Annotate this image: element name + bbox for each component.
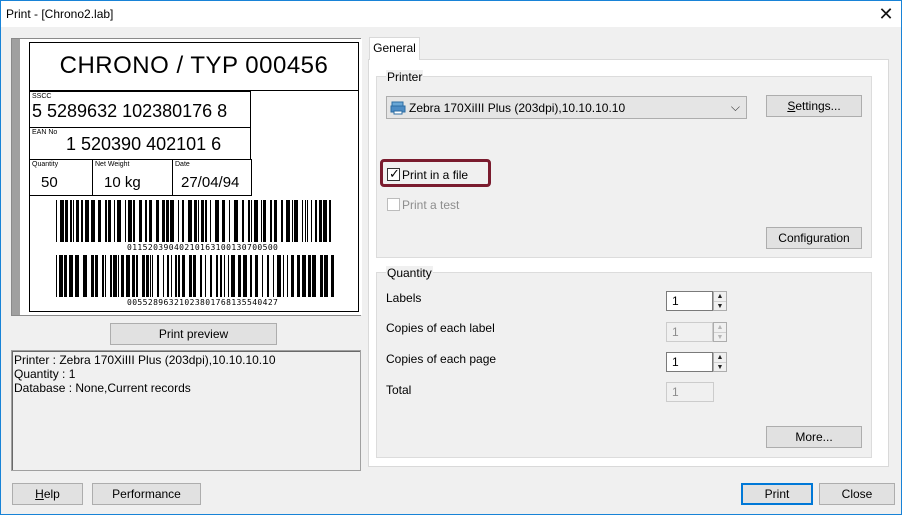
label-header: CHRONO / TYP 000456 <box>30 43 358 91</box>
print-test-label[interactable]: Print a test <box>402 198 459 212</box>
date-cell: Date 27/04/94 <box>172 159 252 196</box>
close-button[interactable]: Close <box>819 483 895 505</box>
ean-cell: EAN No 1 520390 402101 6 <box>29 127 251 160</box>
window-title: Print - [Chrono2.lab] <box>6 7 114 21</box>
weight-cell: Net Weight 10 kg <box>92 159 173 196</box>
printer-icon <box>390 101 406 115</box>
up-arrow-icon[interactable]: ▲ <box>714 323 726 332</box>
help-button[interactable]: Help <box>12 483 83 505</box>
total-value: 1 <box>666 382 714 402</box>
barcode-bar <box>331 200 334 242</box>
summary-database: Database : None,Current records <box>14 381 191 395</box>
weight-caption: Net Weight <box>95 161 130 168</box>
copies-page-input[interactable]: 1 <box>666 352 713 372</box>
quantity-value: 50 <box>41 174 58 191</box>
date-caption: Date <box>175 161 190 168</box>
printer-select[interactable]: Zebra 170XiIII Plus (203dpi),10.10.10.10… <box>386 96 747 119</box>
sscc-value: 5 5289632 102380176 8 <box>32 101 228 121</box>
up-arrow-icon[interactable]: ▲ <box>714 292 726 301</box>
printer-group-title: Printer <box>386 70 424 84</box>
quantity-group-title: Quantity <box>386 266 433 280</box>
more-button[interactable]: More... <box>766 426 862 448</box>
performance-button[interactable]: Performance <box>92 483 201 505</box>
labels-input[interactable]: 1 <box>666 291 713 311</box>
print-test-checkbox[interactable] <box>387 198 400 211</box>
copies-label-input[interactable]: 1 <box>666 322 713 342</box>
chevron-down-icon: ⌵ <box>730 100 740 114</box>
barcode-2-text: 00552896321023801768135540427 <box>127 298 279 307</box>
quantity-caption: Quantity <box>32 161 59 168</box>
quantity-cell: Quantity 50 <box>29 159 93 196</box>
print-summary: Printer : Zebra 170XiIII Plus (203dpi),1… <box>11 350 361 471</box>
copies-label-spinner[interactable]: 1 ▲ ▼ <box>666 322 727 342</box>
down-arrow-icon[interactable]: ▼ <box>714 362 726 371</box>
print-in-file-label[interactable]: Print in a file <box>402 168 468 182</box>
print-preview-button[interactable]: Print preview <box>110 323 277 345</box>
weight-value: 10 kg <box>104 174 141 191</box>
copies-label-stepper[interactable]: ▲ ▼ <box>713 322 727 342</box>
labels-label: Labels <box>386 291 422 305</box>
print-in-file-checkbox[interactable]: ✓ <box>387 166 400 181</box>
up-arrow-icon[interactable]: ▲ <box>714 353 726 362</box>
date-value: 27/04/94 <box>181 174 240 191</box>
print-button[interactable]: Print <box>741 483 813 505</box>
barcode-1 <box>56 200 334 242</box>
barcode-1-text: 01152039040210163100130700500 <box>127 243 279 252</box>
copies-page-spinner[interactable]: 1 ▲ ▼ <box>666 352 727 372</box>
sscc-cell: SSCC 5 5289632 102380176 8 <box>29 91 251 128</box>
ean-value: 1 520390 402101 6 <box>66 134 222 154</box>
title-bar: Print - [Chrono2.lab] ✕ <box>1 1 901 27</box>
copies-page-label: Copies of each page <box>386 352 497 366</box>
down-arrow-icon[interactable]: ▼ <box>714 332 726 341</box>
label-preview: CHRONO / TYP 000456 SSCC 5 5289632 10238… <box>11 38 362 316</box>
printer-select-value: Zebra 170XiIII Plus (203dpi),10.10.10.10 <box>409 101 626 115</box>
tab-general[interactable]: General <box>369 37 420 60</box>
label-paper: CHRONO / TYP 000456 SSCC 5 5289632 10238… <box>20 39 362 315</box>
summary-quantity: Quantity : 1 <box>14 367 76 381</box>
label-layout: CHRONO / TYP 000456 SSCC 5 5289632 10238… <box>29 42 359 312</box>
barcode-bar <box>331 255 334 297</box>
settings-button[interactable]: Settings... <box>766 95 862 117</box>
print-dialog: Print - [Chrono2.lab] ✕ CHRONO / TYP 000… <box>0 0 902 515</box>
summary-printer: Printer : Zebra 170XiIII Plus (203dpi),1… <box>14 353 276 367</box>
copies-page-stepper[interactable]: ▲ ▼ <box>713 352 727 372</box>
copies-label-label: Copies of each label <box>386 321 495 335</box>
total-label: Total <box>386 383 412 397</box>
ean-caption: EAN No <box>32 129 58 136</box>
configuration-button[interactable]: Configuration <box>766 227 862 249</box>
labels-stepper[interactable]: ▲ ▼ <box>713 291 727 311</box>
down-arrow-icon[interactable]: ▼ <box>714 301 726 310</box>
close-icon[interactable]: ✕ <box>871 1 901 27</box>
sscc-caption: SSCC <box>32 93 52 100</box>
barcode-2 <box>56 255 334 297</box>
labels-spinner[interactable]: 1 ▲ ▼ <box>666 291 727 311</box>
